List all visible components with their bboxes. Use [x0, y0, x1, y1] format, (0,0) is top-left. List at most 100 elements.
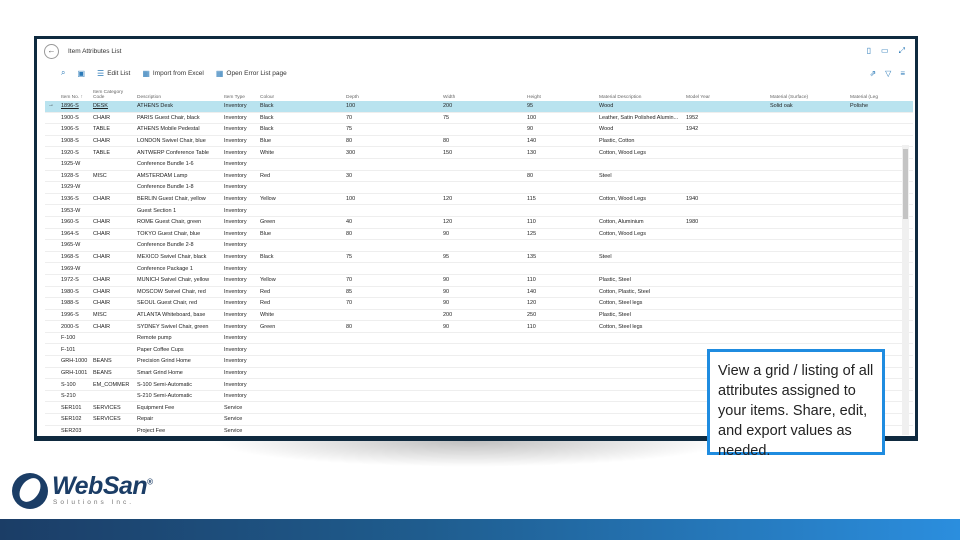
table-row[interactable]: 1964-S CHAIR TOKYO Guest Chair, blue Invent… — [45, 228, 913, 241]
search-button[interactable]: ⌕ — [61, 68, 65, 78]
cell-item[interactable]: 2000-S — [45, 320, 91, 333]
cell-item[interactable]: 1988-S — [45, 297, 91, 310]
filter-icon[interactable]: ▽ — [885, 69, 891, 78]
column-header[interactable]: Description — [135, 83, 222, 101]
cell-item[interactable]: F-100 — [45, 332, 91, 345]
table-row[interactable]: 1988-S CHAIR SEOUL Guest Chair, red Invento… — [45, 297, 913, 310]
table-row[interactable]: 1925-W Conference Bundle 1-6 Inventory — [45, 158, 913, 171]
cell-desc: ROME Guest Chair, green — [135, 216, 222, 229]
back-button[interactable]: ← — [44, 43, 59, 59]
import-excel-button[interactable]: ▦ Import from Excel — [142, 69, 204, 78]
cell-item[interactable]: 1900-S — [45, 112, 91, 125]
column-header[interactable]: Width — [441, 83, 525, 101]
cell-item[interactable]: S-100 — [45, 378, 91, 391]
cell-width: 120 — [441, 216, 525, 229]
cell-item[interactable]: S-210 — [45, 390, 91, 403]
cell-colour — [258, 239, 344, 252]
cell-item[interactable]: 1960-S — [45, 216, 91, 229]
table-row[interactable]: 1965-W Conference Bundle 2-8 Inventory — [45, 239, 913, 252]
cell-leg: Polishe — [848, 101, 913, 113]
cell-item[interactable]: 1925-W — [45, 158, 91, 171]
column-header[interactable]: Height — [525, 83, 597, 101]
table-row[interactable]: 1968-S CHAIR MEXICO Swivel Chair, black Inv… — [45, 251, 913, 264]
cell-colour — [258, 262, 344, 275]
cell-depth: 80 — [344, 135, 441, 148]
cell-item[interactable]: GRH-1001 — [45, 367, 91, 380]
table-row[interactable]: 1906-S TABLE ATHENS Mobile Pedestal Invento… — [45, 123, 913, 136]
list-view-icon[interactable]: ≡ — [900, 69, 905, 78]
cell-item[interactable]: 1972-S — [45, 274, 91, 287]
cell-item[interactable]: 1968-S — [45, 251, 91, 264]
column-header[interactable]: Item Category Code — [91, 83, 135, 101]
cell-width — [441, 239, 525, 252]
cell-item[interactable]: 1980-S — [45, 286, 91, 299]
import-excel-label: Import from Excel — [152, 69, 204, 77]
table-row[interactable]: 1996-S MISC ATLANTA Whiteboard, base Invent… — [45, 309, 913, 322]
table-row[interactable]: 1953-W Guest Section 1 Inventory — [45, 204, 913, 217]
cell-item[interactable]: GRH-1000 — [45, 355, 91, 368]
cell-item[interactable]: 1996-S — [45, 309, 91, 322]
cell-material: Cotton, Steel legs — [597, 297, 684, 310]
table-row[interactable]: 1969-W Conference Package 1 Inventory — [45, 262, 913, 275]
cell-item[interactable]: 1929-W — [45, 181, 91, 194]
column-header[interactable]: Model Year — [684, 83, 768, 101]
cell-item[interactable]: 1928-S — [45, 170, 91, 183]
table-row[interactable]: 1928-S MISC AMSTERDAM Lamp Inventory Red 30 80… — [45, 170, 913, 183]
cell-item[interactable]: 1908-S — [45, 135, 91, 148]
cell-material — [597, 401, 684, 415]
vertical-scrollbar[interactable] — [902, 145, 909, 435]
cell-item[interactable]: SER203 — [45, 425, 91, 436]
column-header[interactable]: Material (Surface) — [768, 83, 848, 101]
table-row[interactable]: 1936-S CHAIR BERLIN Guest Chair, yellow Inv… — [45, 193, 913, 206]
table-row[interactable]: 1920-S TABLE ANTWERP Conference Table Inven… — [45, 146, 913, 159]
cell-item[interactable]: 1953-W — [45, 204, 91, 217]
cell-item[interactable]: F-101 — [45, 343, 91, 357]
cell-item[interactable]: 1920-S — [45, 146, 91, 159]
edit-list-button[interactable]: ☰ Edit List — [97, 69, 130, 78]
cell-colour — [258, 378, 344, 391]
scrollbar-thumb[interactable] — [903, 149, 908, 219]
cell-cat — [91, 158, 135, 171]
table-row[interactable]: 1900-S CHAIR PARIS Guest Chair, black Inven… — [45, 112, 913, 125]
cell-item[interactable]: SER102 — [45, 413, 91, 426]
cell-cat: MISC — [91, 309, 135, 322]
cell-item[interactable]: 1964-S — [45, 228, 91, 241]
column-header[interactable]: Item No. ↑ — [45, 83, 91, 101]
cell-item[interactable]: 1936-S — [45, 193, 91, 206]
column-header[interactable]: Item Type — [222, 83, 258, 101]
cell-desc: Paper Coffee Cups — [135, 343, 222, 357]
cell-item[interactable]: 1969-W — [45, 262, 91, 275]
title-bar: ← Item Attributes List ▯ ▭ ⤢ — [37, 39, 915, 63]
share-excel-icon[interactable]: ⇗ — [869, 69, 876, 78]
open-error-button[interactable]: ▦ Open Error List page — [216, 69, 287, 78]
new-button[interactable]: ▣ — [77, 69, 85, 78]
table-row[interactable]: 1960-S CHAIR ROME Guest Chair, green Invent… — [45, 216, 913, 229]
cell-item[interactable]: 1965-W — [45, 239, 91, 252]
expand-icon[interactable]: ⤢ — [899, 46, 905, 56]
column-header[interactable]: Material (Leg — [848, 83, 913, 101]
table-row[interactable]: 2000-S CHAIR SYDNEY Swivel Chair, green Inv… — [45, 320, 913, 333]
cell-cat: CHAIR — [91, 251, 135, 264]
cell-desc: ANTWERP Conference Table — [135, 146, 222, 159]
table-row[interactable]: 1908-S CHAIR LONDON Swivel Chair, blue Inve… — [45, 135, 913, 148]
cell-type: Inventory — [222, 123, 258, 136]
table-row[interactable]: 1972-S CHAIR MUNICH Swivel Chair, yellow In… — [45, 274, 913, 287]
cell-item[interactable]: SER101 — [45, 401, 91, 415]
cell-item[interactable]: 1896-S → — [45, 101, 91, 113]
cell-height: 250 — [525, 309, 597, 322]
cell-item[interactable]: 1906-S — [45, 123, 91, 136]
cell-year — [684, 309, 768, 322]
share-icon[interactable]: ▭ — [881, 46, 889, 56]
table-row[interactable]: F-100 Remote pump Inventory — [45, 332, 913, 345]
edit-list-icon: ☰ — [97, 68, 105, 78]
column-header[interactable]: Colour — [258, 83, 344, 101]
column-header[interactable]: Material Description — [597, 83, 684, 101]
column-header[interactable]: Depth — [344, 83, 441, 101]
bookmark-icon[interactable]: ▯ — [867, 46, 871, 56]
table-row[interactable]: 1929-W Conference Bundle 1-8 Inventory — [45, 181, 913, 194]
cell-colour: White — [258, 146, 344, 159]
table-row[interactable]: 1896-S → DESK ATHENS Desk Inventory Black 100 2… — [45, 101, 913, 113]
cell-surface — [768, 274, 848, 287]
table-row[interactable]: 1980-S CHAIR MOSCOW Swivel Chair, red Inven… — [45, 286, 913, 299]
cell-colour: Red — [258, 297, 344, 310]
